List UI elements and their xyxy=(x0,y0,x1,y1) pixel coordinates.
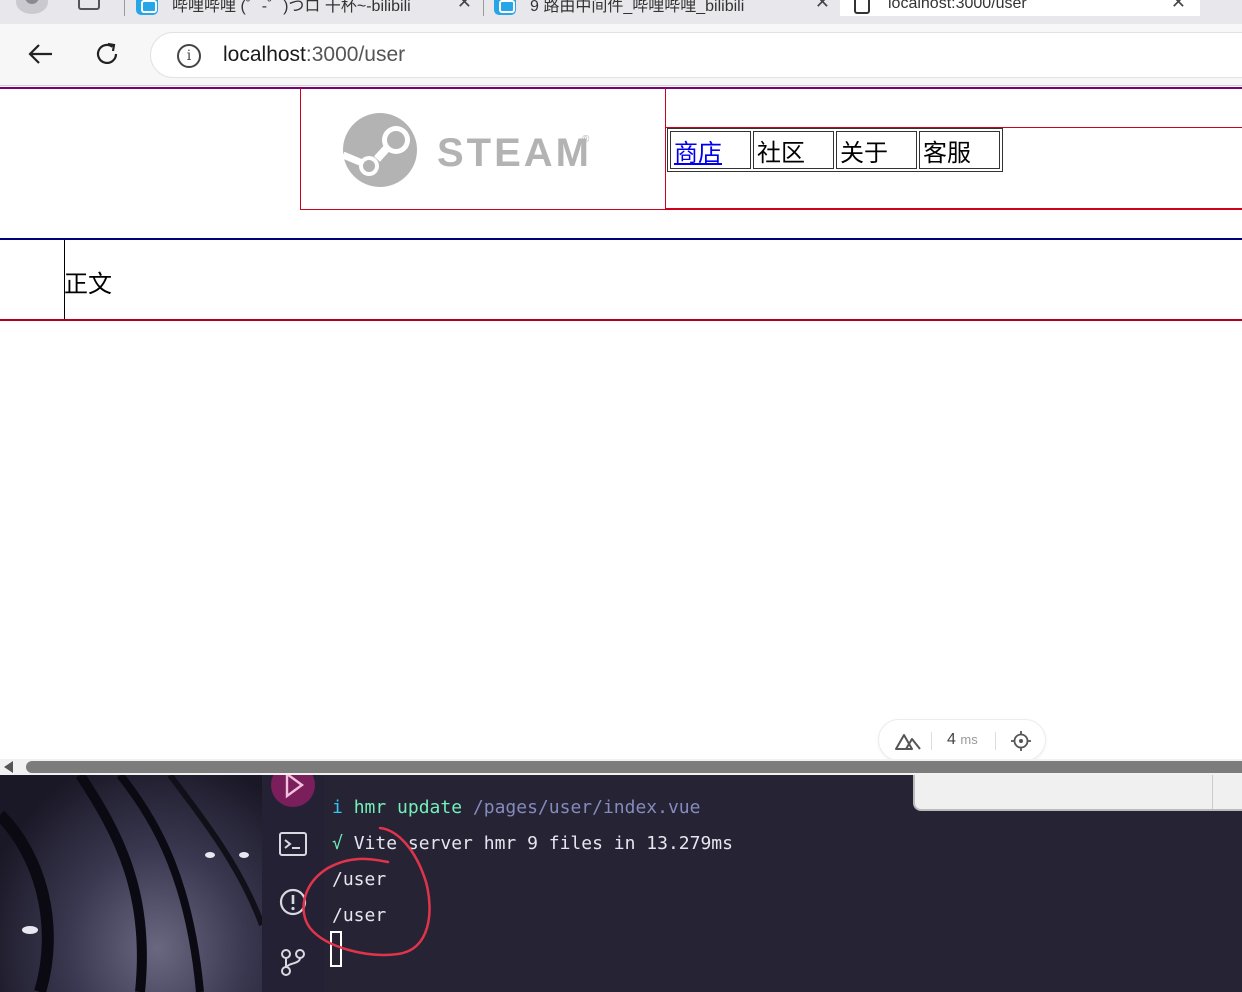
scrollbar-thumb[interactable] xyxy=(26,761,1242,773)
horizontal-scrollbar[interactable] xyxy=(0,759,1242,775)
main-nav-table: 商店 社区 关于 客服 xyxy=(667,128,1003,172)
pill-divider xyxy=(931,732,932,750)
web-page: STEAM ® 商店 社区 关于 客服 正文 xyxy=(0,87,1242,759)
render-time-value: 4 xyxy=(947,731,956,748)
terminal-line: /user xyxy=(332,905,387,926)
tab-localhost-user[interactable]: localhost:3000/user ✕ xyxy=(840,0,1200,16)
sidebar-toggle-icon[interactable] xyxy=(78,0,100,10)
profile-avatar-icon[interactable] xyxy=(16,0,48,14)
component-inspector-icon[interactable] xyxy=(1011,731,1031,751)
browser-tab-strip: 哔哩哔哩 (゜-゜)つロ 干杯~-bilibili ✕ 9 路由中间件_哔哩哔哩… xyxy=(0,0,1242,24)
tab-separator xyxy=(124,0,125,16)
terminal-icon[interactable] xyxy=(278,829,308,859)
page-favicon-icon xyxy=(854,0,870,14)
nav-cell-support: 客服 xyxy=(919,131,1000,169)
scroll-left-arrow-icon[interactable] xyxy=(4,761,13,773)
url-host: localhost xyxy=(223,43,306,66)
tab-close-icon[interactable]: ✕ xyxy=(1171,0,1186,13)
content-border-top xyxy=(0,238,1242,240)
nav-cell-about: 关于 xyxy=(836,131,917,169)
line-prefix: √ xyxy=(332,833,354,854)
tab-title: localhost:3000/user xyxy=(888,0,1027,12)
steam-logo-icon[interactable]: STEAM ® xyxy=(343,112,593,188)
address-bar[interactable]: i localhost:3000/user xyxy=(150,32,1242,78)
terminal-line: √ Vite server hmr 9 files in 13.279ms xyxy=(332,833,733,854)
url-text: localhost:3000/user xyxy=(223,43,405,67)
pill-divider xyxy=(995,732,996,750)
reload-icon xyxy=(96,42,118,65)
line-text: /pages/user/index.vue xyxy=(472,797,701,818)
run-icon[interactable] xyxy=(271,775,315,807)
site-info-icon[interactable]: i xyxy=(177,44,201,68)
url-path: :3000/user xyxy=(305,43,406,66)
terminal-line: i hmr update /pages/user/index.vue xyxy=(332,797,700,818)
problems-icon[interactable] xyxy=(278,887,308,917)
tab-title: 哔哩哔哩 (゜-゜)つロ 干杯~-bilibili xyxy=(172,0,411,15)
desktop-wallpaper xyxy=(0,775,265,992)
tab-separator xyxy=(483,0,484,16)
bilibili-favicon-icon xyxy=(136,0,158,15)
bilibili-favicon-icon xyxy=(494,0,516,15)
tab-close-icon[interactable]: ✕ xyxy=(457,0,472,13)
terminal-cursor[interactable] xyxy=(330,931,342,967)
screenshot-root: 哔哩哔哩 (゜-゜)つロ 干杯~-bilibili ✕ 9 路由中间件_哔哩哔哩… xyxy=(0,0,1242,992)
render-time: 4 ms xyxy=(947,731,978,749)
nav-link-store[interactable]: 商店 xyxy=(674,139,722,167)
nuxt-icon[interactable] xyxy=(895,732,921,750)
nav-cell-store: 商店 xyxy=(670,131,751,169)
tab-title: 9 路由中间件_哔哩哔哩_bilibili xyxy=(530,0,745,15)
floating-panel xyxy=(913,775,1242,811)
content-border-bottom xyxy=(0,319,1242,321)
browser-toolbar: i localhost:3000/user xyxy=(0,24,1242,86)
render-time-unit: ms xyxy=(960,732,978,747)
line-prefix: i xyxy=(332,797,354,818)
tab-bilibili-video[interactable]: 9 路由中间件_哔哩哔哩_bilibili ✕ xyxy=(494,0,834,16)
editor-activity-bar xyxy=(262,775,324,992)
nav-cell-community: 社区 xyxy=(753,131,834,169)
source-control-icon[interactable] xyxy=(278,947,308,977)
tab-bilibili-home[interactable]: 哔哩哔哩 (゜-゜)つロ 干杯~-bilibili ✕ xyxy=(136,0,476,16)
nuxt-devtools-pill[interactable]: 4 ms xyxy=(878,719,1046,761)
line-text: Vite server hmr 9 files in 13.279ms xyxy=(353,833,733,854)
content-body-text: 正文 xyxy=(64,270,112,298)
reload-button[interactable] xyxy=(91,38,123,70)
terminal-area: i hmr update /pages/user/index.vue √ Vit… xyxy=(0,775,1242,992)
back-button[interactable] xyxy=(24,38,56,70)
wallpaper-art xyxy=(0,775,265,992)
line-keyword: hmr update xyxy=(353,797,473,818)
terminal-line: /user xyxy=(332,869,387,890)
arrow-left-icon xyxy=(28,44,52,64)
registered-mark: ® xyxy=(582,134,590,145)
tab-close-icon[interactable]: ✕ xyxy=(815,0,830,13)
logo-wordmark: STEAM xyxy=(437,131,592,175)
logo-container: STEAM ® xyxy=(300,88,666,210)
